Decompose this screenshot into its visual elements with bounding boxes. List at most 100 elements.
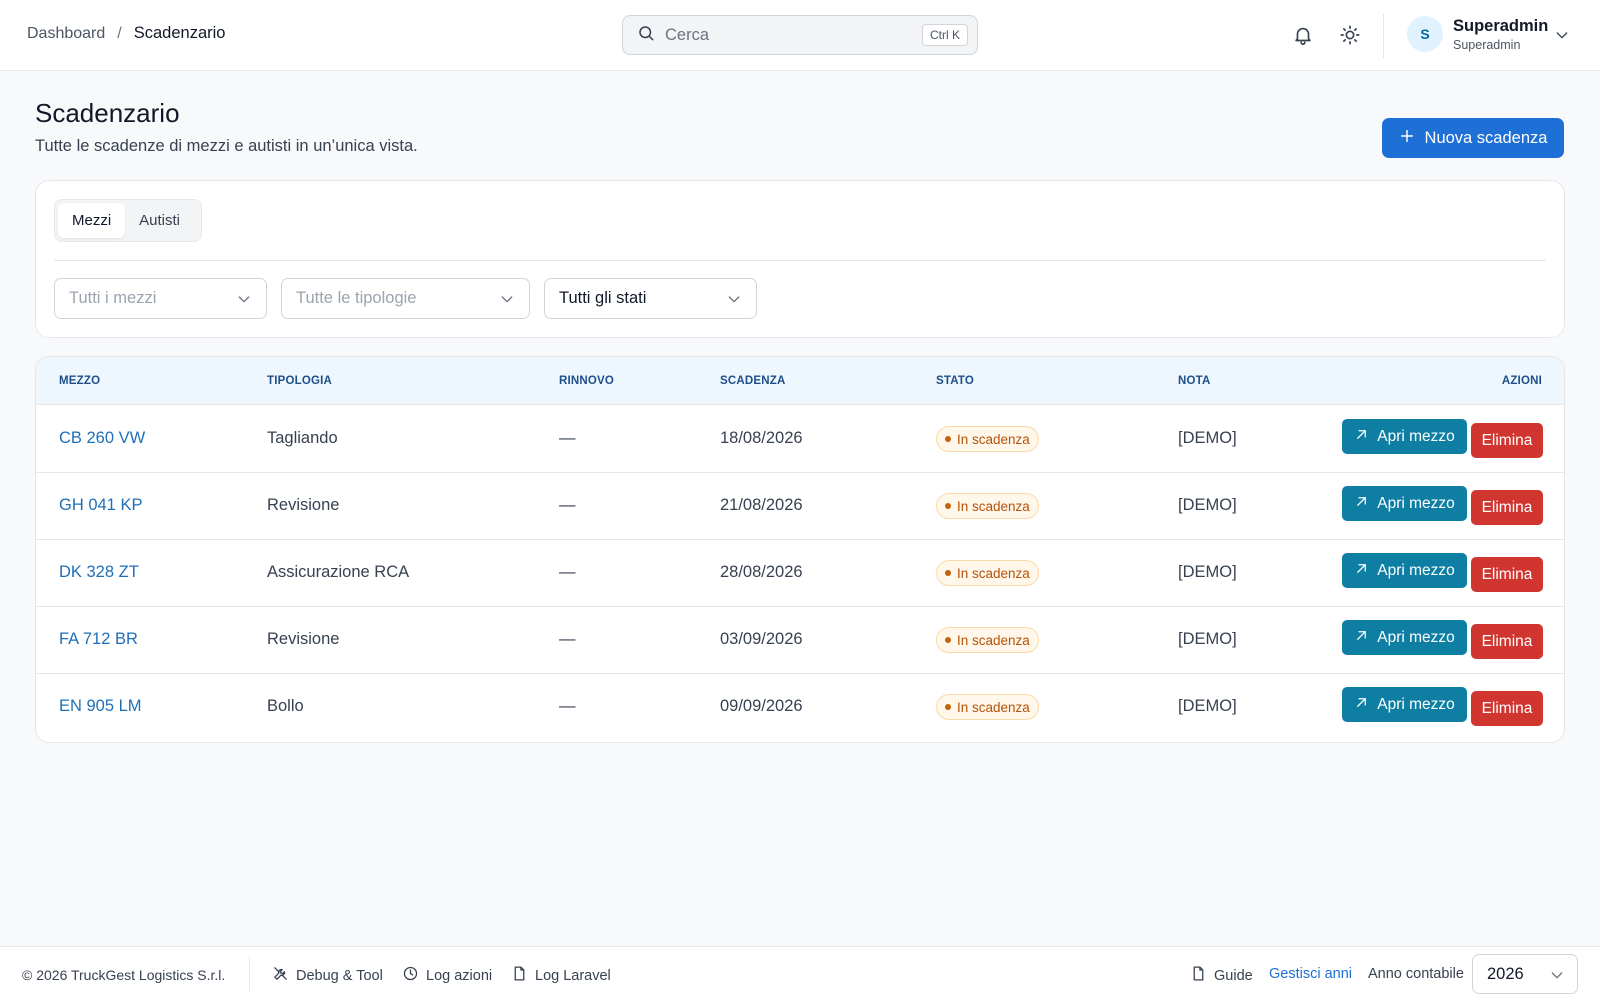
stati-select-value: Tutti gli stati: [559, 289, 647, 307]
column-header-azioni: AZIONI: [1501, 375, 1542, 387]
open-vehicle-label: Apri mezzo: [1377, 695, 1455, 713]
bell-icon: [1292, 27, 1314, 50]
search-icon: [637, 24, 655, 47]
open-vehicle-label: Apri mezzo: [1377, 561, 1455, 579]
delete-button[interactable]: Elimina: [1471, 557, 1543, 592]
filter-card: Mezzi Autisti Tutti i mezzi Tutte le tip…: [35, 180, 1565, 338]
delete-button[interactable]: Elimina: [1471, 691, 1543, 726]
status-label: In scadenza: [957, 699, 1030, 715]
footer-divider: [249, 957, 250, 991]
arrow-up-right-icon: [1354, 494, 1369, 514]
breadcrumb-current: Scadenzario: [133, 24, 226, 42]
scadenza-cell: 03/09/2026: [720, 630, 803, 648]
clock-icon: [402, 965, 419, 986]
arrow-up-right-icon: [1354, 427, 1369, 447]
tipologia-cell: Revisione: [267, 496, 340, 514]
nota-cell: [DEMO]: [1178, 697, 1237, 715]
arrow-up-right-icon: [1354, 628, 1369, 648]
open-vehicle-label: Apri mezzo: [1377, 427, 1455, 445]
scadenza-cell: 18/08/2026: [720, 429, 803, 447]
status-label: In scadenza: [957, 431, 1030, 447]
tools-icon: [272, 965, 289, 986]
tab-group: Mezzi Autisti: [54, 199, 202, 242]
scadenza-cell: 09/09/2026: [720, 697, 803, 715]
nota-cell: [DEMO]: [1178, 630, 1237, 648]
tipologia-cell: Revisione: [267, 630, 340, 648]
status-badge: In scadenza: [936, 560, 1039, 586]
table-row: FA 712 BR Revisione — 03/09/2026 In scad…: [36, 606, 1564, 674]
status-dot: [945, 503, 951, 509]
column-header-mezzo[interactable]: MEZZO: [59, 375, 100, 387]
stati-select[interactable]: Tutti gli stati: [544, 278, 757, 319]
copyright: © 2026 TruckGest Logistics S.r.l.: [22, 967, 226, 983]
search-input[interactable]: [665, 25, 915, 45]
arrow-up-right-icon: [1354, 695, 1369, 715]
column-header-tipologia[interactable]: TIPOLOGIA: [267, 375, 332, 387]
guide-link[interactable]: Guide: [1190, 965, 1253, 986]
status-badge: In scadenza: [936, 627, 1039, 653]
tipologie-select-placeholder: Tutte le tipologie: [296, 289, 417, 307]
mezzo-link[interactable]: GH 041 KP: [59, 496, 142, 515]
debug-tool-link[interactable]: Debug & Tool: [272, 965, 383, 986]
new-deadline-button[interactable]: Nuova scadenza: [1382, 118, 1564, 158]
anno-contabile-select[interactable]: 2026: [1472, 954, 1578, 994]
open-vehicle-button[interactable]: Apri mezzo: [1342, 687, 1467, 722]
column-header-rinnovo[interactable]: RINNOVO: [559, 375, 614, 387]
avatar: S: [1407, 16, 1443, 52]
log-azioni-label: Log azioni: [426, 967, 493, 984]
user-role: Superadmin: [1453, 37, 1521, 52]
status-dot: [945, 704, 951, 710]
page-subtitle: Tutte le scadenze di mezzi e autisti in …: [35, 137, 418, 155]
user-menu[interactable]: S Superadmin Superadmin: [1407, 16, 1568, 52]
page-title: Scadenzario: [35, 98, 180, 128]
nota-cell: [DEMO]: [1178, 496, 1237, 514]
top-bar: Dashboard / Scadenzario Ctrl K S Superad…: [0, 0, 1600, 71]
open-vehicle-button[interactable]: Apri mezzo: [1342, 486, 1467, 521]
status-label: In scadenza: [957, 632, 1030, 648]
table-row: GH 041 KP Revisione — 21/08/2026 In scad…: [36, 472, 1564, 540]
arrow-up-right-icon: [1354, 561, 1369, 581]
delete-button[interactable]: Elimina: [1471, 423, 1543, 458]
breadcrumb: Dashboard / Scadenzario: [27, 24, 225, 43]
mezzo-link[interactable]: DK 328 ZT: [59, 563, 139, 582]
column-header-scadenza[interactable]: SCADENZA: [720, 375, 786, 387]
scadenza-cell: 21/08/2026: [720, 496, 803, 514]
status-badge: In scadenza: [936, 426, 1039, 452]
anno-contabile-value: 2026: [1487, 964, 1524, 983]
tipologie-select[interactable]: Tutte le tipologie: [281, 278, 530, 319]
mezzi-select[interactable]: Tutti i mezzi: [54, 278, 267, 319]
table-row: CB 260 VW Tagliando — 18/08/2026 In scad…: [36, 405, 1564, 473]
mezzo-link[interactable]: CB 260 VW: [59, 429, 145, 448]
breadcrumb-separator: /: [117, 24, 122, 42]
table-header: MEZZO TIPOLOGIA RINNOVO SCADENZA STATO N…: [36, 357, 1564, 405]
log-laravel-link[interactable]: Log Laravel: [511, 965, 611, 986]
open-vehicle-button[interactable]: Apri mezzo: [1342, 419, 1467, 454]
table-row: DK 328 ZT Assicurazione RCA — 28/08/2026…: [36, 539, 1564, 607]
status-dot: [945, 436, 951, 442]
breadcrumb-dashboard-link[interactable]: Dashboard: [27, 25, 105, 43]
mezzo-link[interactable]: EN 905 LM: [59, 697, 142, 716]
column-header-nota[interactable]: NOTA: [1178, 375, 1211, 387]
delete-button[interactable]: Elimina: [1471, 490, 1543, 525]
open-vehicle-label: Apri mezzo: [1377, 494, 1455, 512]
open-vehicle-button[interactable]: Apri mezzo: [1342, 620, 1467, 655]
tab-autisti[interactable]: Autisti: [125, 203, 194, 238]
tipologia-cell: Bollo: [267, 697, 304, 715]
log-azioni-link[interactable]: Log azioni: [402, 965, 492, 986]
gestisci-anni-link[interactable]: Gestisci anni: [1269, 966, 1352, 982]
mezzo-link[interactable]: FA 712 BR: [59, 630, 138, 649]
table-row: EN 905 LM Bollo — 09/09/2026 In scadenza…: [36, 673, 1564, 741]
rinnovo-cell: —: [559, 697, 576, 715]
footer: © 2026 TruckGest Logistics S.r.l. Debug …: [0, 946, 1600, 1000]
theme-toggle-button[interactable]: [1339, 24, 1361, 46]
open-vehicle-button[interactable]: Apri mezzo: [1342, 553, 1467, 588]
column-header-stato[interactable]: STATO: [936, 375, 974, 387]
user-name: Superadmin: [1453, 16, 1549, 35]
notifications-button[interactable]: [1292, 24, 1314, 46]
search-shortcut-badge: Ctrl K: [922, 24, 968, 46]
open-vehicle-label: Apri mezzo: [1377, 628, 1455, 646]
log-laravel-label: Log Laravel: [535, 967, 611, 984]
tab-mezzi[interactable]: Mezzi: [58, 203, 126, 238]
search-box[interactable]: Ctrl K: [622, 15, 978, 55]
delete-button[interactable]: Elimina: [1471, 624, 1543, 659]
